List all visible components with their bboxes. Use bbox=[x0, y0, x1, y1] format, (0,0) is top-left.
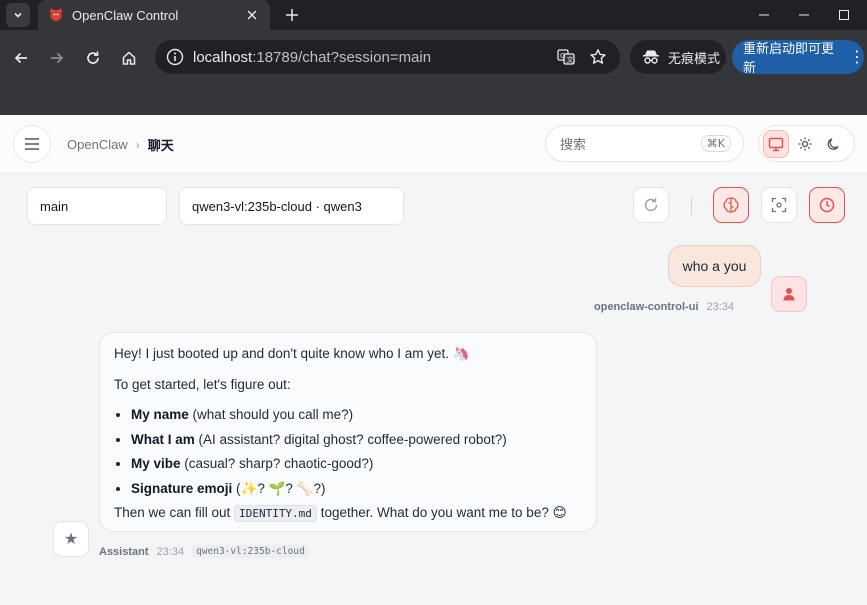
hamburger-icon bbox=[25, 138, 39, 150]
list-item: My name (what should you call me?) bbox=[131, 406, 582, 424]
svg-text:文: 文 bbox=[567, 55, 574, 64]
list-item-detail: (casual? sharp? chaotic-good?) bbox=[180, 456, 374, 472]
openclaw-favicon-icon bbox=[48, 7, 64, 23]
list-item-label: What I am bbox=[131, 431, 195, 447]
list-item-label: My vibe bbox=[131, 456, 181, 472]
refresh-button[interactable] bbox=[633, 187, 669, 223]
user-icon bbox=[783, 288, 795, 301]
browser-content-gap bbox=[0, 85, 867, 115]
assistant-greeting: Hey! I just booted up and don't quite kn… bbox=[114, 346, 470, 361]
assistant-outro: Then we can fill out IDENTITY.md togethe… bbox=[114, 504, 582, 523]
user-message-meta: openclaw-control-ui 23:34 bbox=[594, 301, 734, 313]
list-item: What I am (AI assistant? digital ghost? … bbox=[131, 431, 582, 449]
list-item-detail: (what should you call me?) bbox=[188, 407, 354, 423]
toolbar-divider bbox=[691, 197, 692, 215]
theme-switcher bbox=[758, 125, 855, 162]
brain-icon bbox=[723, 197, 739, 213]
page-title: 聊天 bbox=[147, 138, 174, 153]
thinking-toggle-button[interactable] bbox=[713, 187, 749, 223]
assistant-message-meta: Assistant 23:34 qwen3-vl:235b-cloud bbox=[99, 545, 309, 558]
search-shortcut: ⌘K bbox=[700, 135, 731, 152]
user-message-bubble: who a you bbox=[668, 245, 761, 287]
list-item-label: My name bbox=[131, 407, 189, 423]
assistant-timestamp: 23:34 bbox=[156, 545, 185, 558]
back-icon bbox=[14, 52, 27, 64]
site-info-icon[interactable] bbox=[165, 47, 185, 67]
plus-icon bbox=[286, 9, 298, 21]
history-button[interactable] bbox=[809, 187, 845, 223]
assistant-sender: Assistant bbox=[99, 545, 149, 558]
assistant-intro: To get started, let's figure out: bbox=[114, 376, 291, 392]
svg-text:G: G bbox=[560, 52, 565, 60]
list-item: My vibe (casual? sharp? chaotic-good?) bbox=[131, 455, 582, 473]
breadcrumb-separator: › bbox=[135, 137, 140, 152]
close-icon[interactable] bbox=[244, 7, 260, 23]
user-avatar bbox=[771, 276, 807, 312]
star-icon: ★ bbox=[63, 531, 79, 548]
maximize-icon bbox=[839, 10, 849, 20]
focus-icon bbox=[771, 197, 787, 213]
session-select[interactable]: main bbox=[27, 187, 167, 225]
model-select[interactable]: qwen3-vl:235b-cloud · qwen3 bbox=[179, 187, 404, 225]
search-input[interactable]: 搜索 ⌘K bbox=[545, 125, 744, 162]
theme-system-button[interactable] bbox=[763, 129, 790, 158]
restart-to-update-button[interactable]: 重新启动即可更新 ⋮ bbox=[732, 40, 865, 75]
browser-toolbar: localhost:18789/chat?session=main G文 无痕模… bbox=[0, 30, 867, 85]
window-close-button[interactable] bbox=[751, 0, 777, 30]
outro-before: Then we can fill out bbox=[114, 505, 235, 521]
back-button[interactable] bbox=[7, 44, 35, 72]
assistant-avatar: ★ bbox=[53, 521, 89, 557]
chevron-down-icon bbox=[14, 12, 22, 18]
user-sender: openclaw-control-ui bbox=[594, 301, 699, 313]
moon-icon bbox=[827, 137, 839, 150]
theme-dark-button[interactable] bbox=[821, 130, 847, 158]
assistant-model-badge: qwen3-vl:235b-cloud bbox=[192, 545, 309, 558]
restart-label: 重新启动即可更新 bbox=[743, 41, 835, 75]
list-item-detail: (✨? 🌱? 🦴?) bbox=[232, 480, 326, 496]
forward-icon bbox=[51, 52, 64, 64]
address-bar[interactable]: localhost:18789/chat?session=main G文 bbox=[155, 40, 620, 74]
monitor-icon bbox=[768, 137, 784, 151]
maximize-button[interactable] bbox=[821, 0, 867, 30]
focus-mode-button[interactable] bbox=[761, 187, 797, 223]
new-tab-button[interactable] bbox=[280, 3, 304, 27]
menu-button[interactable] bbox=[13, 125, 51, 163]
url-path: :18789/chat?session=main bbox=[252, 48, 432, 66]
forward-button[interactable] bbox=[43, 44, 71, 72]
home-button[interactable] bbox=[115, 44, 143, 72]
list-item-label: Signature emoji bbox=[131, 480, 233, 496]
list-item: Signature emoji (✨? 🌱? 🦴?) bbox=[131, 480, 582, 498]
clock-icon bbox=[819, 197, 835, 213]
tab-search-button[interactable] bbox=[6, 3, 30, 27]
breadcrumb-root[interactable]: OpenClaw bbox=[67, 137, 128, 152]
incognito-label: 无痕模式 bbox=[668, 50, 721, 66]
tab-title: OpenClaw Control bbox=[72, 7, 179, 23]
incognito-badge[interactable]: 无痕模式 bbox=[630, 40, 726, 74]
reload-icon bbox=[87, 51, 99, 64]
reload-button[interactable] bbox=[79, 44, 107, 72]
home-icon bbox=[122, 51, 136, 65]
browser-tab-bar: OpenClaw Control bbox=[0, 0, 867, 30]
more-vert-icon[interactable]: ⋮ bbox=[849, 47, 865, 67]
assistant-message-bubble: Hey! I just booted up and don't quite kn… bbox=[99, 332, 597, 532]
breadcrumb: OpenClaw › 聊天 bbox=[67, 135, 174, 154]
close-icon bbox=[759, 14, 769, 16]
star-icon[interactable] bbox=[586, 45, 610, 69]
minimize-icon bbox=[799, 14, 809, 16]
sun-icon bbox=[798, 137, 812, 150]
search-placeholder: 搜索 bbox=[560, 137, 587, 152]
refresh-icon bbox=[644, 198, 658, 212]
user-timestamp: 23:34 bbox=[706, 301, 735, 313]
list-item-detail: (AI assistant? digital ghost? coffee-pow… bbox=[194, 431, 507, 447]
theme-light-button[interactable] bbox=[792, 130, 818, 158]
assistant-list: My name (what should you call me?) What … bbox=[131, 406, 582, 497]
app-header: OpenClaw › 聊天 搜索 ⌘K bbox=[0, 115, 867, 173]
inline-code: IDENTITY.md bbox=[234, 505, 317, 523]
tab-openclaw-control[interactable]: OpenClaw Control bbox=[38, 0, 270, 30]
url-host: localhost bbox=[193, 48, 253, 66]
translate-icon[interactable]: G文 bbox=[554, 45, 578, 69]
url-text: localhost:18789/chat?session=main bbox=[193, 49, 546, 66]
incognito-icon bbox=[643, 50, 659, 64]
outro-after: together. What do you want me to be? 😊 bbox=[316, 505, 567, 521]
